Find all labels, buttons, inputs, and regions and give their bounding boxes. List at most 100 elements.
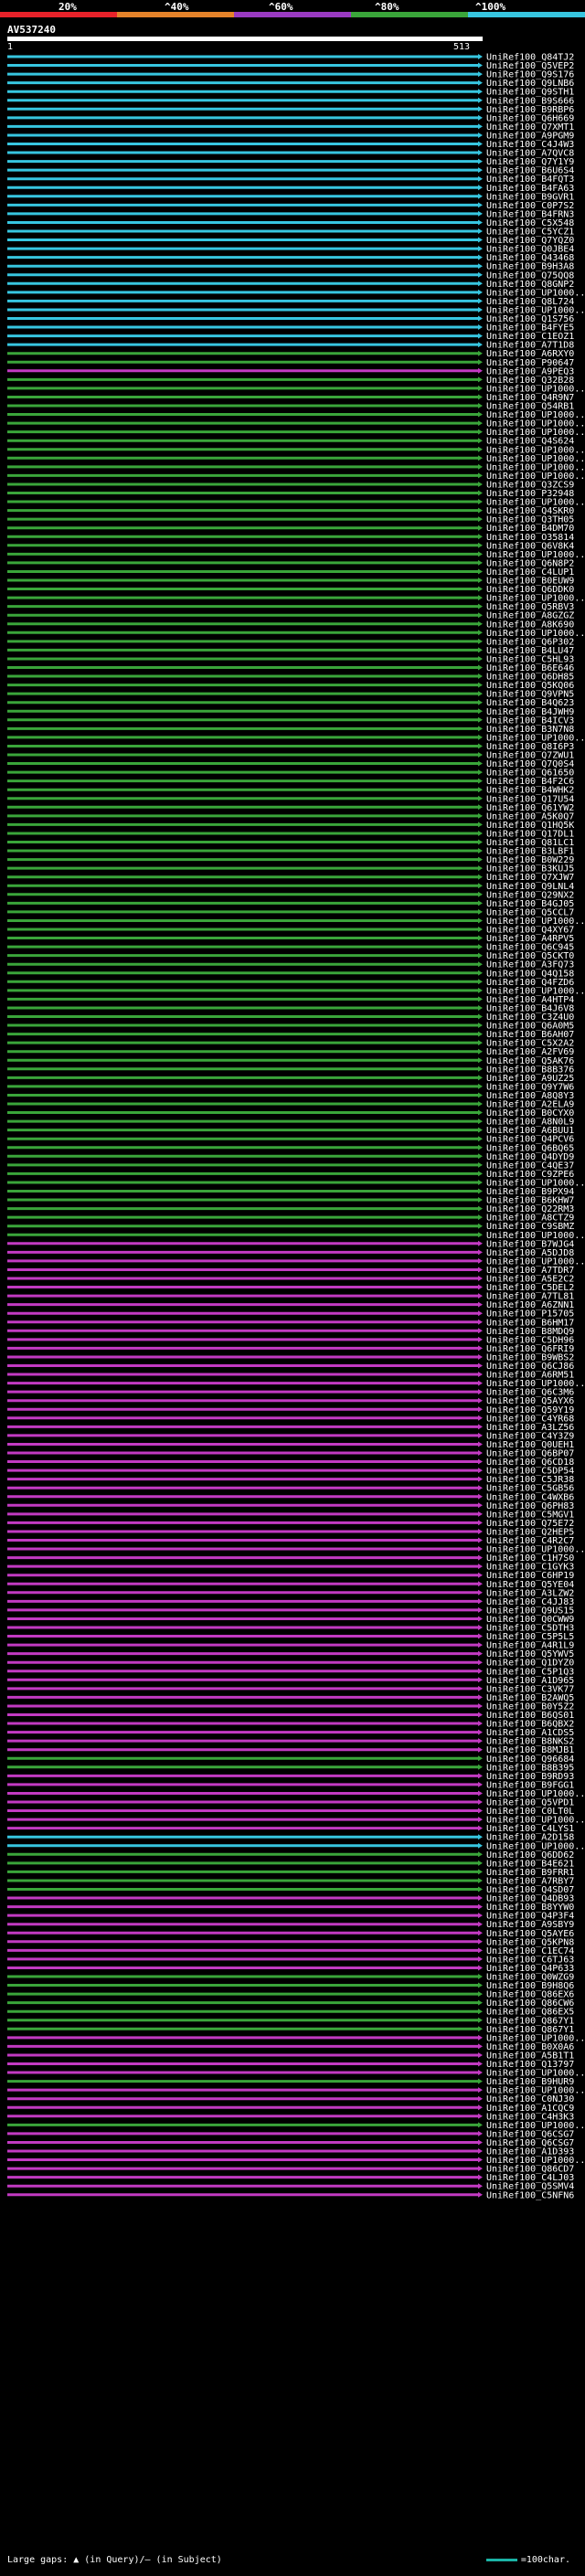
hit-arrow-icon — [478, 2017, 483, 2023]
hit-arrow-icon — [478, 2113, 483, 2119]
alignment-plot: UniRef100_Q84TJ2UniRef100_Q5VEP2UniRef10… — [7, 53, 585, 2200]
hit-arrow-icon — [478, 2148, 483, 2154]
hit-arrow-icon — [478, 1773, 483, 1779]
hit-arrow-icon — [478, 612, 483, 619]
hit-arrow-icon — [478, 516, 483, 523]
hit-arrow-icon — [478, 1458, 483, 1465]
scale-legend: =100char. — [485, 2555, 570, 2565]
hit-arrow-icon — [478, 210, 483, 217]
hit-arrow-icon — [478, 1677, 483, 1683]
hit-arrow-icon — [478, 848, 483, 854]
hit-arrow-icon — [478, 2157, 483, 2163]
hit-arrow-icon — [478, 193, 483, 199]
hit-arrow-icon — [478, 595, 483, 601]
hit-arrow-icon — [478, 812, 483, 819]
hit-arrow-icon — [478, 403, 483, 408]
hit-arrow-icon — [478, 1965, 483, 1971]
hit-label[interactable]: UniRef100_C5NFN6 — [486, 2190, 574, 2200]
hit-arrow-icon — [478, 1807, 483, 1814]
legend-swatch-cyan — [468, 12, 585, 17]
hit-arrow-icon — [478, 1485, 483, 1491]
hit-arrow-icon — [478, 1817, 483, 1823]
hit-arrow-icon — [478, 1048, 483, 1055]
hit-arrow-icon — [478, 472, 483, 479]
hit-arrow-icon — [478, 175, 483, 182]
hit-arrow-icon — [478, 1476, 483, 1482]
hit-arrow-icon — [478, 568, 483, 575]
hit-arrow-icon — [478, 1179, 483, 1185]
hit-arrow-icon — [478, 900, 483, 906]
hit-arrow-icon — [478, 89, 483, 95]
hit-arrow-icon — [478, 2095, 483, 2102]
hit-arrow-icon — [478, 716, 483, 723]
hit-arrow-icon — [478, 1982, 483, 1988]
hit-arrow-icon — [478, 673, 483, 680]
hit-arrow-icon — [478, 830, 483, 836]
hit-arrow-icon — [478, 944, 483, 950]
hit-arrow-icon — [478, 263, 483, 270]
hit-arrow-icon — [478, 54, 483, 59]
legend-swatch-purple — [234, 12, 351, 17]
hit-arrow-icon — [478, 228, 483, 234]
hit-arrow-icon — [478, 1746, 483, 1753]
hit-arrow-icon — [478, 2026, 483, 2032]
hit-arrow-icon — [478, 1903, 483, 1910]
scale-line-icon — [485, 2558, 517, 2561]
hit-arrow-icon — [478, 2061, 483, 2067]
hit-arrow-icon — [478, 2034, 483, 2041]
hit-arrow-icon — [478, 1625, 483, 1630]
hit-arrow-icon — [478, 281, 483, 287]
hit-arrow-icon — [478, 1249, 483, 1256]
hit-arrow-icon — [478, 1572, 483, 1578]
hit-arrow-icon — [478, 1947, 483, 1954]
hit-arrow-icon — [478, 1276, 483, 1281]
hit-arrow-icon — [478, 935, 483, 941]
hit-arrow-icon — [478, 874, 483, 880]
hit-arrow-icon — [478, 411, 483, 418]
hit-arrow-icon — [478, 71, 483, 78]
hit-arrow-icon — [478, 917, 483, 924]
hit-arrow-icon — [478, 1921, 483, 1927]
hit-arrow-icon — [478, 2070, 483, 2076]
hit-arrow-icon — [478, 1372, 483, 1378]
hit-arrow-icon — [478, 1310, 483, 1317]
hit-arrow-icon — [478, 394, 483, 400]
hit-arrow-icon — [478, 1101, 483, 1107]
hit-arrow-icon — [478, 1057, 483, 1064]
hit-arrow-icon — [478, 542, 483, 548]
hit-arrow-icon — [478, 1633, 483, 1639]
hit-arrow-icon — [478, 306, 483, 313]
hit-arrow-icon — [478, 2139, 483, 2146]
hit-arrow-icon — [478, 246, 483, 252]
hit-arrow-icon — [478, 1092, 483, 1098]
hit-arrow-icon — [478, 481, 483, 487]
hit-arrow-icon — [478, 787, 483, 793]
legend-swatch-green — [351, 12, 468, 17]
hit-arrow-icon — [478, 822, 483, 828]
hit-arrow-icon — [478, 927, 483, 932]
hit-arrow-icon — [478, 795, 483, 801]
hit-arrow-icon — [478, 1267, 483, 1273]
hit-arrow-icon — [478, 691, 483, 697]
hit-arrow-icon — [478, 298, 483, 304]
hit-arrow-icon — [478, 106, 483, 112]
hit-arrow-icon — [478, 952, 483, 959]
hit-arrow-icon — [478, 490, 483, 496]
hit-arrow-icon — [478, 1075, 483, 1081]
hit-arrow-icon — [478, 1468, 483, 1474]
hit-arrow-icon — [478, 1721, 483, 1727]
hit-arrow-icon — [478, 2174, 483, 2180]
hit-arrow-icon — [478, 1336, 483, 1342]
hit-arrow-icon — [478, 752, 483, 758]
hit-arrow-icon — [478, 202, 483, 208]
hit-arrow-icon — [478, 1153, 483, 1160]
hit-arrow-icon — [478, 647, 483, 653]
hit-arrow-icon — [478, 429, 483, 435]
hit-arrow-icon — [478, 603, 483, 610]
hit-arrow-icon — [478, 1424, 483, 1430]
hit-arrow-icon — [478, 315, 483, 322]
hit-arrow-icon — [478, 1650, 483, 1657]
hit-arrow-icon — [478, 534, 483, 540]
hit-arrow-icon — [478, 1546, 483, 1553]
hit-arrow-icon — [478, 1913, 483, 1919]
